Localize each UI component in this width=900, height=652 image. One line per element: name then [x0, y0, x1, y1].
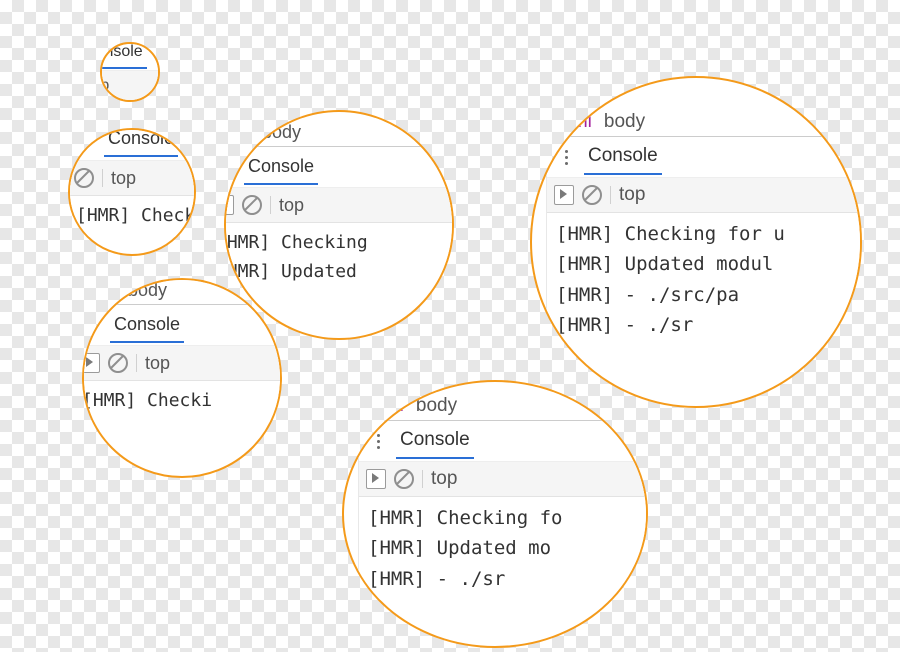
magnifier-lens: html body Console top [HMR] Checking [HM… [224, 110, 454, 340]
breadcrumb-body[interactable]: body [604, 111, 645, 133]
log-line: [HMR] Checki [82, 387, 282, 416]
devtools-panel: html body Console top [HMR] Checking fo … [358, 392, 648, 600]
context-selector[interactable]: top [145, 353, 170, 374]
separator [102, 169, 103, 187]
separator [422, 470, 423, 488]
devtools-tabbar: Console [100, 42, 160, 71]
breadcrumb-html[interactable]: html [556, 111, 592, 133]
clear-console-icon[interactable] [108, 353, 128, 373]
context-selector[interactable]: top [431, 468, 457, 490]
console-log: [HMR] Checking for u [HMR] Updated modul… [546, 213, 862, 347]
dom-breadcrumbs: html body [546, 108, 862, 137]
devtools-tabbar: Console [68, 128, 196, 161]
dom-breadcrumbs: html body [224, 118, 454, 147]
devtools-panel: html body Console top [HMR] Checking [HM… [224, 118, 454, 293]
log-line: [HMR] - ./sr [368, 564, 648, 594]
kebab-icon[interactable] [76, 132, 96, 147]
clear-console-icon[interactable] [242, 195, 262, 215]
breadcrumb-body[interactable]: body [416, 395, 457, 417]
dom-breadcrumbs: html body [358, 392, 648, 421]
log-line: [HMR] - ./sr [556, 310, 862, 340]
console-log: [HMR] Checki [82, 381, 282, 422]
kebab-icon[interactable] [82, 318, 102, 333]
separator [270, 196, 271, 214]
console-toolbar: top [82, 346, 282, 381]
context-selector[interactable]: top [100, 77, 109, 95]
devtools-tabbar: Console [358, 421, 648, 462]
toggle-sidebar-icon[interactable] [224, 195, 234, 215]
log-line: [HMR] Checki [76, 202, 196, 231]
kebab-icon[interactable] [368, 434, 388, 449]
console-toolbar: top [546, 178, 862, 213]
log-line: [HMR] Updated modul [556, 249, 862, 279]
tab-console[interactable]: Console [244, 150, 318, 185]
magnifier-lens: html body Console top [HMR] Checki [82, 278, 282, 478]
separator [610, 186, 611, 204]
log-line: [HMR] Updated [224, 258, 454, 287]
clear-console-icon[interactable] [74, 168, 94, 188]
tab-console[interactable]: Console [110, 308, 184, 343]
clear-console-icon[interactable] [582, 185, 602, 205]
devtools-panel: html body Console top [HMR] Checking for… [546, 108, 862, 347]
clear-console-icon[interactable] [394, 469, 414, 489]
breadcrumb-html[interactable]: html [368, 395, 404, 417]
console-toolbar: top [358, 462, 648, 497]
log-line: [HMR] - ./src/pa [556, 280, 862, 310]
context-selector[interactable]: top [279, 195, 304, 216]
magnifier-lens: Console top [100, 42, 160, 102]
separator [136, 354, 137, 372]
console-log: [HMR] Checking fo [HMR] Updated mo [HMR]… [358, 497, 648, 600]
console-log: [HMR] Checking [HMR] Updated [224, 223, 454, 293]
console-toolbar: top [100, 71, 160, 102]
magnifier-lens: html body Console top [HMR] Checking for… [530, 76, 862, 408]
log-line: [HMR] Checking [224, 229, 454, 258]
breadcrumb-body[interactable]: body [262, 122, 301, 143]
toggle-sidebar-icon[interactable] [366, 469, 386, 489]
devtools-tabbar: Console [224, 147, 454, 188]
console-toolbar: top [68, 161, 196, 196]
kebab-icon[interactable] [224, 160, 236, 175]
console-toolbar: top [224, 188, 454, 223]
log-line: [HMR] Checking for u [556, 219, 862, 249]
tab-console[interactable]: Console [100, 42, 147, 69]
magnifier-lens: html body Console top [HMR] Checking fo … [342, 380, 648, 648]
log-line: [HMR] Updated mo [368, 533, 648, 563]
tab-console[interactable]: Console [584, 139, 662, 175]
devtools-panel: Console top [HMR] Checki [68, 128, 196, 237]
devtools-tabbar: Console [82, 305, 282, 346]
tab-console[interactable]: Console [396, 423, 474, 459]
context-selector[interactable]: top [111, 168, 136, 189]
tab-console[interactable]: Console [104, 128, 178, 157]
console-log: [HMR] Checki [68, 196, 196, 237]
breadcrumb-body[interactable]: body [128, 280, 167, 301]
log-line: [HMR] Checking fo [368, 503, 648, 533]
context-selector[interactable]: top [619, 184, 645, 206]
toggle-sidebar-icon[interactable] [82, 353, 100, 373]
breadcrumb-html[interactable]: html [224, 122, 250, 143]
kebab-icon[interactable] [556, 150, 576, 165]
toggle-sidebar-icon[interactable] [554, 185, 574, 205]
devtools-panel: Console top [100, 42, 160, 102]
magnifier-lens: Console top [HMR] Checki [68, 128, 196, 256]
devtools-tabbar: Console [546, 137, 862, 178]
